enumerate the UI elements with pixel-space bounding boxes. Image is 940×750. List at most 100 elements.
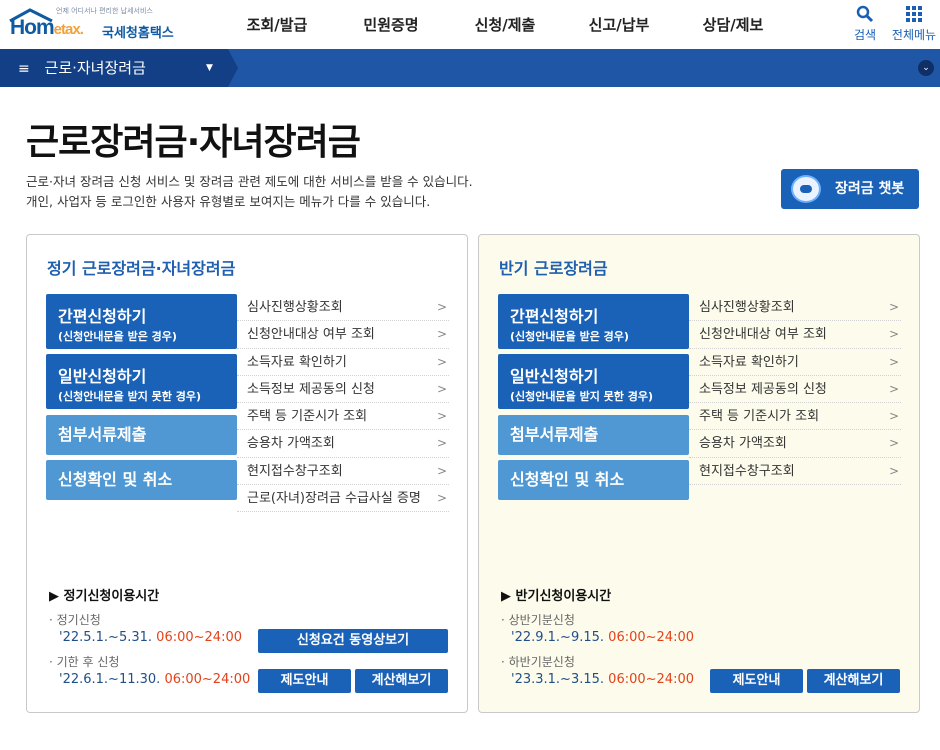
half-simple-apply-button[interactable]: 간편신청하기 (신청안내문을 받은 경우)	[498, 294, 689, 349]
location-dropdown[interactable]: ≡ 근로·자녀장려금 ▼	[0, 49, 228, 87]
regular-title: 정기 근로장려금·자녀장려금	[47, 259, 236, 278]
menu-item[interactable]: 주택 등 기준시가 조회 >	[237, 403, 449, 431]
chevron-right-icon: >	[436, 409, 447, 424]
regular-attach-docs-button[interactable]: 첨부서류제출	[46, 415, 237, 455]
chevron-right-icon: >	[888, 327, 899, 342]
search-icon	[856, 5, 874, 23]
menu-item[interactable]: 현지접수창구조회 >	[237, 458, 449, 486]
desc-line-1: 근로·자녀 장려금 신청 서비스 및 장려금 관련 제도에 대한 서비스를 받을…	[26, 174, 473, 189]
regular-guide-button[interactable]: 제도안내	[258, 669, 351, 693]
top-header: 언제 어디서나 편리한 납세서비스 Hometax. 국세청홈택스 조회/발급 …	[0, 0, 940, 48]
menu-item-label: 신청안내대상 여부 조회	[247, 327, 375, 343]
desc-line-2: 개인, 사업자 등 로그인한 사용자 유형별로 보여지는 메뉴가 다를 수 있습…	[26, 194, 431, 209]
chevron-right-icon: >	[436, 300, 447, 314]
schedule-date: '22.5.1.~5.31.	[59, 630, 153, 645]
half-calc-button[interactable]: 계산해보기	[807, 669, 900, 693]
menu-item[interactable]: 소득정보 제공동의 신청 >	[689, 376, 901, 404]
btn-main-label: 일반신청하기	[58, 367, 147, 386]
menu-item[interactable]: 승용차 가액조회 >	[237, 430, 449, 458]
menu-item[interactable]: 승용차 가액조회 >	[689, 430, 901, 458]
chevron-right-icon: >	[888, 436, 899, 451]
half-year-panel: 반기 근로장려금 간편신청하기 (신청안내문을 받은 경우) 일반신청하기 (신…	[478, 234, 920, 713]
menu-item[interactable]: 심사진행상황조회 >	[689, 294, 901, 322]
chevron-right-icon: >	[888, 354, 899, 369]
half-confirm-cancel-button[interactable]: 신청확인 및 취소	[498, 460, 689, 500]
chevron-right-icon: >	[436, 327, 447, 342]
chatbot-label: 장려금 챗봇	[835, 181, 905, 197]
menu-item[interactable]: 현지접수창구조회 >	[689, 458, 901, 486]
chevron-right-icon: >	[436, 354, 447, 369]
nav-certificate[interactable]: 민원증명	[334, 0, 448, 48]
menu-item[interactable]: 주택 등 기준시가 조회 >	[689, 403, 901, 431]
regular-confirm-cancel-button[interactable]: 신청확인 및 취소	[46, 460, 237, 500]
btn-main-label: 신청확인 및 취소	[510, 470, 625, 489]
location-bar: ≡ 근로·자녀장려금 ▼ ⌄	[0, 49, 940, 87]
regular-schedule-title: ▶ 정기신청이용시간	[49, 589, 160, 604]
menu-item[interactable]: 소득정보 제공동의 신청 >	[237, 376, 449, 404]
chevron-right-icon: >	[888, 300, 899, 314]
search-label: 검색	[853, 28, 877, 42]
schedule-period: '22.6.1.~11.30. 06:00~24:00	[59, 672, 250, 687]
half-attach-docs-button[interactable]: 첨부서류제출	[498, 415, 689, 455]
btn-main-label: 간편신청하기	[510, 307, 599, 326]
logo-brand: Hometax.	[10, 16, 84, 39]
btn-sub-label: (신청안내문을 받지 못한 경우)	[58, 390, 201, 403]
chevron-right-icon: >	[436, 491, 447, 506]
regular-menu-list: 심사진행상황조회 > 신청안내대상 여부 조회 > 소득자료 확인하기 > 소득정보 …	[237, 294, 449, 513]
half-menu-list: 심사진행상황조회 > 신청안내대상 여부 조회 > 소득자료 확인하기 > 소득정보 …	[689, 294, 901, 486]
schedule-date: '22.6.1.~11.30.	[59, 672, 161, 687]
chevron-down-icon[interactable]: ⌄	[918, 60, 934, 76]
menu-item-label: 현지접수창구조회	[247, 463, 343, 479]
btn-main-label: 신청확인 및 취소	[58, 470, 173, 489]
chevron-right-icon: >	[436, 436, 447, 451]
half-guide-button[interactable]: 제도안내	[710, 669, 803, 693]
schedule-time: 06:00~24:00	[164, 672, 251, 687]
schedule-label: 기한 후 신청	[56, 655, 120, 669]
menu-item[interactable]: 신청안내대상 여부 조회 >	[237, 321, 449, 349]
menu-item[interactable]: 소득자료 확인하기 >	[237, 349, 449, 376]
page-description: 근로·자녀 장려금 신청 서비스 및 장려금 관련 제도에 대한 서비스를 받을…	[26, 172, 473, 212]
half-schedule-title: ▶ 반기신청이용시간	[501, 589, 612, 604]
regular-simple-apply-button[interactable]: 간편신청하기 (신청안내문을 받은 경우)	[46, 294, 237, 349]
schedule-time: 06:00~24:00	[156, 630, 242, 645]
menu-item-label: 심사진행상황조회	[699, 300, 795, 315]
half-general-apply-button[interactable]: 일반신청하기 (신청안내문을 받지 못한 경우)	[498, 354, 689, 409]
hometax-logo[interactable]: 언제 어디서나 편리한 납세서비스 Hometax. 국세청홈택스	[8, 4, 188, 44]
caret-down-icon: ▼	[206, 63, 213, 73]
menu-item-label: 주택 등 기준시가 조회	[247, 409, 368, 425]
nav-application[interactable]: 신청/제출	[448, 0, 562, 48]
requirement-video-button[interactable]: 신청요건 동영상보기	[258, 629, 448, 653]
regular-schedule-2: · 기한 후 신청 '22.6.1.~11.30. 06:00~24:00	[49, 655, 251, 687]
all-menu-button[interactable]: 전체메뉴	[889, 4, 939, 43]
menu-item-label: 승용차 가액조회	[247, 436, 335, 452]
menu-item[interactable]: 신청안내대상 여부 조회 >	[689, 321, 901, 349]
regular-panel: 정기 근로장려금·자녀장려금 간편신청하기 (신청안내문을 받은 경우) 일반신…	[26, 234, 468, 713]
btn-sub-label: (신청안내문을 받은 경우)	[58, 330, 177, 343]
btn-main-label: 간편신청하기	[58, 307, 147, 326]
chatbot-button[interactable]: 장려금 챗봇	[781, 169, 919, 209]
menu-item-label: 소득정보 제공동의 신청	[699, 381, 827, 397]
menu-item[interactable]: 소득자료 확인하기 >	[689, 349, 901, 376]
nav-report-pay[interactable]: 신고/납부	[562, 0, 676, 48]
chevron-right-icon: >	[888, 381, 899, 396]
menu-item-label: 주택 등 기준시가 조회	[699, 409, 820, 425]
regular-general-apply-button[interactable]: 일반신청하기 (신청안내문을 받지 못한 경우)	[46, 354, 237, 409]
location-current: 근로·자녀장려금	[44, 59, 146, 77]
nav-inquiry[interactable]: 조회/발급	[220, 0, 334, 48]
all-menu-label: 전체메뉴	[891, 28, 937, 42]
breadcrumb-arrow	[228, 49, 238, 87]
chevron-right-icon: >	[888, 463, 899, 478]
half-title: 반기 근로장려금	[499, 259, 608, 278]
menu-item-label: 신청안내대상 여부 조회	[699, 327, 827, 343]
menu-item-label: 소득자료 확인하기	[699, 354, 799, 370]
search-button[interactable]: 검색	[845, 4, 885, 43]
nav-consult[interactable]: 상담/제보	[676, 0, 790, 48]
menu-item-label: 현지접수창구조회	[699, 463, 795, 479]
btn-main-label: 일반신청하기	[510, 367, 599, 386]
menu-item[interactable]: 근로(자녀)장려금 수급사실 증명 >	[237, 485, 449, 513]
schedule-period: '22.5.1.~5.31. 06:00~24:00	[59, 630, 242, 645]
regular-calc-button[interactable]: 계산해보기	[355, 669, 448, 693]
menu-item[interactable]: 심사진행상황조회 >	[237, 294, 449, 322]
schedule-period: '23.3.1.~3.15. 06:00~24:00	[511, 672, 694, 687]
chatbot-robot-icon	[791, 175, 821, 203]
